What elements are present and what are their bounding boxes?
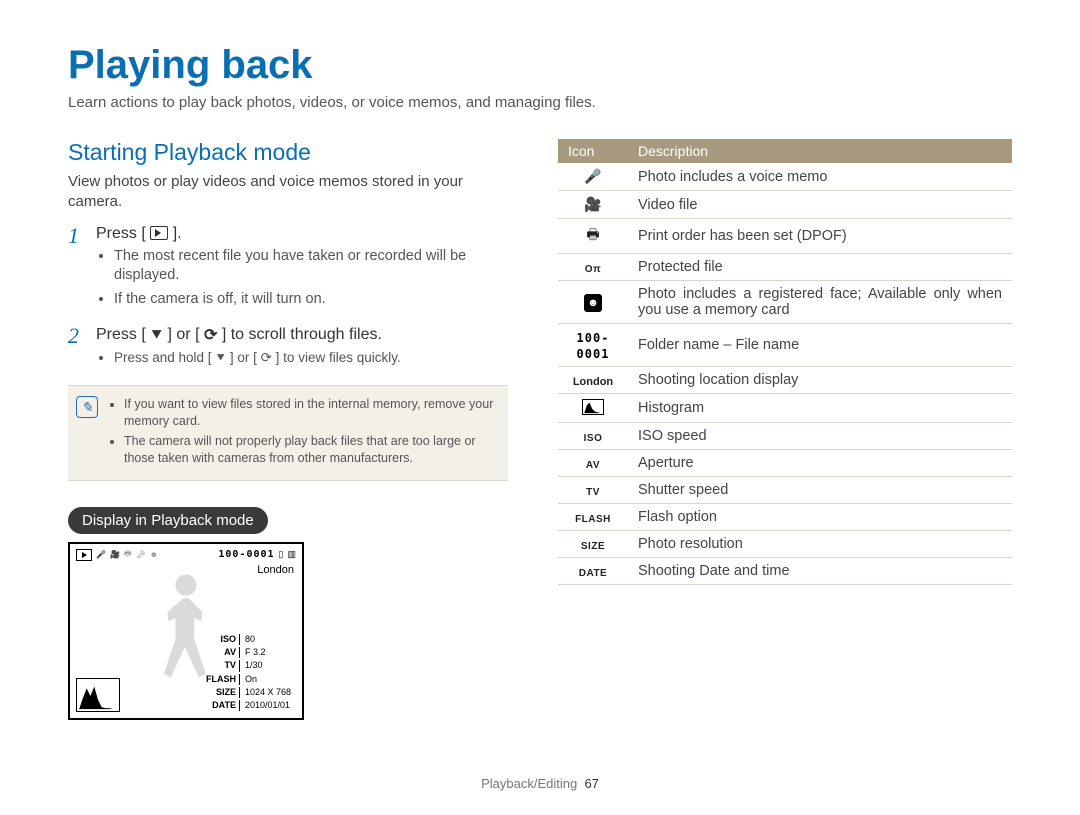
cell-description: Photo includes a registered face; Availa… [628, 281, 1012, 324]
display-mode-heading: Display in Playback mode [68, 507, 268, 534]
size-icon: SIZE [558, 531, 628, 558]
cell-description: Aperture [628, 450, 1012, 477]
cell-description: ISO speed [628, 423, 1012, 450]
info-val-flash: On [242, 674, 294, 685]
cell-description: Flash option [628, 504, 1012, 531]
step-2-bullet-1: Press and hold [ ⯆ ] or [ ⟳ ] to view fi… [114, 349, 508, 367]
screen-histogram [76, 678, 120, 712]
table-row: 100-0001Folder name – File name [558, 324, 1012, 367]
print-icon: 🖶 [558, 219, 628, 254]
step-1-text-b: ]. [173, 225, 182, 242]
table-row: AVAperture [558, 450, 1012, 477]
voice-memo-icon: 🎤 [558, 163, 628, 191]
table-row: TVShutter speed [558, 477, 1012, 504]
table-row: DATEShooting Date and time [558, 558, 1012, 585]
step-2-text-a: Press [ [96, 326, 146, 343]
step-1-bullet-2: If the camera is off, it will turn on. [114, 290, 508, 310]
th-icon: Icon [558, 139, 628, 163]
section-heading: Starting Playback mode [68, 139, 508, 166]
table-row: SIZEPhoto resolution [558, 531, 1012, 558]
note-1: If you want to view files stored in the … [124, 396, 498, 430]
step-2-text-mid: ] or [ [168, 326, 200, 343]
screen-info-block: ISO80 AVF 3.2 TV1/30 FLASHOn SIZE1024 X … [201, 632, 296, 714]
cell-description: Histogram [628, 394, 1012, 423]
info-label-date: DATE [203, 700, 240, 711]
face-icon: ☻ [558, 281, 628, 324]
histogram-icon [558, 394, 628, 423]
note-box: ✎ If you want to view files stored in th… [68, 385, 508, 481]
flash-bolt-icon: ⯆ [150, 327, 163, 345]
step-1: 1 Press [ ]. The most recent file you ha… [68, 225, 508, 314]
video-icon: 🎥 [558, 191, 628, 219]
step-2: 2 Press [ ⯆ ] or [ ⟳ ] to scroll through… [68, 325, 508, 371]
cell-description: Photo resolution [628, 531, 1012, 558]
screen-key-icon: 🗝 [136, 550, 146, 559]
location-icon: London [558, 367, 628, 394]
table-row: LondonShooting location display [558, 367, 1012, 394]
info-val-tv: 1/30 [242, 660, 294, 671]
table-row: 🖶Print order has been set (DPOF) [558, 219, 1012, 254]
footer-page-number: 67 [584, 776, 598, 791]
info-val-av: F 3.2 [242, 647, 294, 658]
page-intro: Learn actions to play back photos, video… [68, 94, 1012, 111]
folder-file-icon: 100-0001 [558, 324, 628, 367]
cell-description: Shooting Date and time [628, 558, 1012, 585]
page-footer: Playback/Editing 67 [0, 776, 1080, 791]
step-number: 1 [68, 225, 86, 247]
info-val-date: 2010/01/01 [242, 700, 294, 711]
table-row: 🎥Video file [558, 191, 1012, 219]
table-row: ☻Photo includes a registered face; Avail… [558, 281, 1012, 324]
step-number: 2 [68, 325, 86, 347]
info-label-iso: ISO [203, 634, 240, 645]
screen-face-icon: ☻ [150, 550, 158, 559]
step-1-bullet-1: The most recent file you have taken or r… [114, 247, 508, 286]
table-row: ISOISO speed [558, 423, 1012, 450]
screen-print-icon: 🖶 [124, 548, 132, 562]
info-label-av: AV [203, 647, 240, 658]
screen-card-icon: ▯ [279, 549, 284, 560]
screen-mic-icon: 🎤 [96, 550, 106, 559]
note-icon: ✎ [76, 396, 98, 418]
cell-description: Shutter speed [628, 477, 1012, 504]
cell-description: Protected file [628, 254, 1012, 281]
page-title: Playing back [68, 43, 1012, 88]
icon-description-table: Icon Description 🎤Photo includes a voice… [558, 139, 1012, 585]
cell-description: Video file [628, 191, 1012, 219]
av-icon: AV [558, 450, 628, 477]
protected-icon: Oπ [558, 254, 628, 281]
cell-description: Print order has been set (DPOF) [628, 219, 1012, 254]
info-label-tv: TV [203, 660, 240, 671]
play-button-icon [150, 226, 168, 240]
cell-description: Shooting location display [628, 367, 1012, 394]
section-intro: View photos or play videos and voice mem… [68, 172, 508, 213]
iso-icon: ISO [558, 423, 628, 450]
table-row: OπProtected file [558, 254, 1012, 281]
date-icon: DATE [558, 558, 628, 585]
cell-description: Photo includes a voice memo [628, 163, 1012, 191]
table-row: FLASHFlash option [558, 504, 1012, 531]
screen-play-icon [76, 549, 92, 561]
cell-description: Folder name – File name [628, 324, 1012, 367]
screen-battery-icon: ▥ [287, 549, 296, 560]
tv-icon: TV [558, 477, 628, 504]
info-label-flash: FLASH [203, 674, 240, 685]
note-2: The camera will not properly play back f… [124, 433, 498, 467]
info-val-size: 1024 X 768 [242, 687, 294, 698]
step-1-text-a: Press [ [96, 225, 146, 242]
table-row: Histogram [558, 394, 1012, 423]
timer-icon: ⟳ [204, 325, 217, 345]
info-val-iso: 80 [242, 634, 294, 645]
info-label-size: SIZE [203, 687, 240, 698]
step-2-text-b: ] to scroll through files. [222, 326, 382, 343]
th-description: Description [628, 139, 1012, 163]
table-row: 🎤Photo includes a voice memo [558, 163, 1012, 191]
footer-section: Playback/Editing [481, 776, 577, 791]
flash-icon: FLASH [558, 504, 628, 531]
screen-video-icon: 🎥 [110, 550, 120, 559]
screen-folder-file: 100-0001 [218, 549, 274, 560]
camera-screen: 🎤 🎥 🖶 🗝 ☻ 100-0001 ▯ ▥ London ISO80 [68, 542, 304, 720]
